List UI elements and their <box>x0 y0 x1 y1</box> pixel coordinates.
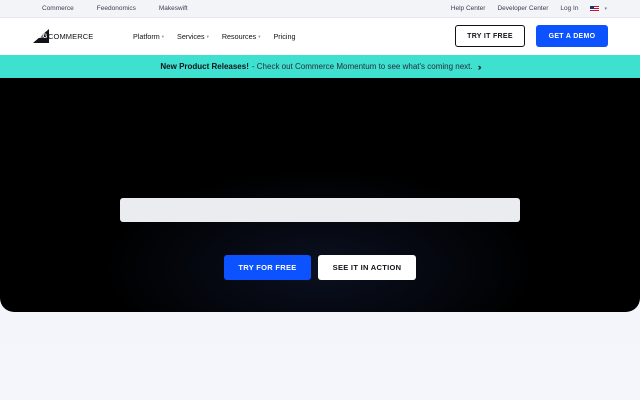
try-it-free-button[interactable]: TRY IT FREE <box>455 25 525 47</box>
hero-section: TRY FOR FREE SEE IT IN ACTION <box>0 78 640 312</box>
nav-links: Platform ▾ Services ▾ Resources ▾ Pricin… <box>133 32 308 41</box>
nav-item-label: Services <box>177 32 205 41</box>
chevron-down-icon[interactable]: ▾ <box>604 6 607 12</box>
help-center-link[interactable]: Help Center <box>451 5 486 12</box>
double-chevron-right-icon: ›› <box>477 61 482 72</box>
get-a-demo-button[interactable]: GET A DEMO <box>536 25 608 47</box>
nav-item-resources[interactable]: Resources ▾ <box>222 32 261 41</box>
main-nav: BIG COMMERCE Platform ▾ Services ▾ Resou… <box>0 18 640 55</box>
bigcommerce-logo[interactable]: BIG COMMERCE <box>33 28 103 44</box>
hero-glow <box>100 168 540 312</box>
see-it-in-action-button[interactable]: SEE IT IN ACTION <box>318 255 416 280</box>
developer-center-link[interactable]: Developer Center <box>497 5 548 12</box>
chevron-down-icon: ▾ <box>161 33 165 39</box>
hero-headline-placeholder <box>120 198 520 222</box>
announcement-banner[interactable]: New Product Releases! - Check out Commer… <box>0 55 640 78</box>
nav-item-platform[interactable]: Platform ▾ <box>133 32 164 41</box>
utility-bar: Commerce Feedonomics Makeswift Help Cent… <box>0 0 640 18</box>
log-in-link[interactable]: Log In <box>560 5 578 12</box>
banner-title: New Product Releases! <box>160 62 249 71</box>
logo-big-text: BIG <box>37 34 48 40</box>
chevron-down-icon: ▾ <box>206 33 209 39</box>
chevron-down-icon: ▾ <box>258 33 261 39</box>
utility-left-links: Commerce Feedonomics Makeswift <box>42 5 211 12</box>
nav-item-pricing[interactable]: Pricing <box>273 32 295 41</box>
banner-message: - Check out Commerce Momentum to see wha… <box>251 62 473 71</box>
utility-link-commerce[interactable]: Commerce <box>42 5 74 12</box>
nav-item-label: Resources <box>221 32 257 41</box>
us-flag-icon[interactable] <box>590 5 600 12</box>
nav-item-label: Platform <box>133 32 160 41</box>
utility-link-feedonomics[interactable]: Feedonomics <box>97 5 136 12</box>
utility-right-links: Help Center Developer Center Log In ▾ <box>439 5 607 12</box>
nav-item-label: Pricing <box>273 32 296 41</box>
utility-link-makeswift[interactable]: Makeswift <box>159 5 188 12</box>
try-for-free-button[interactable]: TRY FOR FREE <box>224 255 311 280</box>
nav-item-services[interactable]: Services ▾ <box>177 32 209 41</box>
logo-commerce-text: COMMERCE <box>48 32 94 41</box>
